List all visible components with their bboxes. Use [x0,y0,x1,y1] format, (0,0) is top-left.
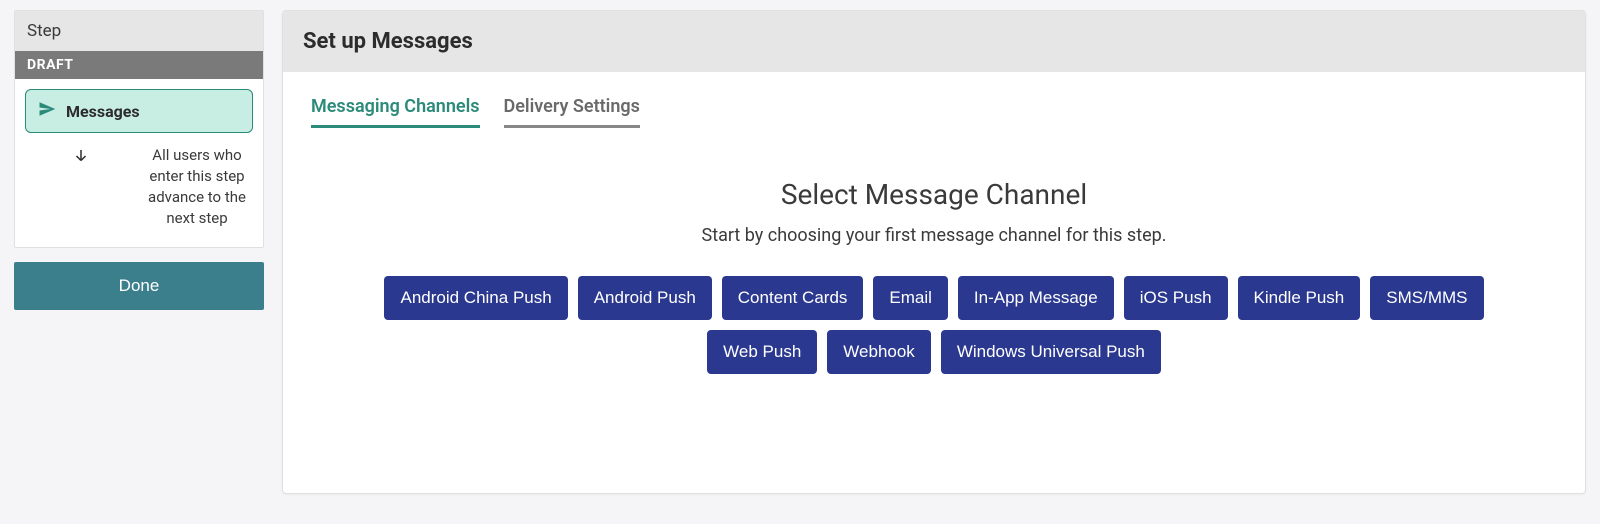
channel-in-app-message[interactable]: In-App Message [958,276,1114,320]
sidebar: Step DRAFT Messages All users who enter … [14,10,264,524]
tab-delivery-settings[interactable]: Delivery Settings [504,96,640,128]
main-panel: Set up Messages Messaging Channels Deliv… [282,10,1586,494]
channel-section: Select Message Channel Start by choosing… [311,178,1557,374]
channel-sms-mms[interactable]: SMS/MMS [1370,276,1483,320]
channel-email[interactable]: Email [873,276,948,320]
tabs: Messaging Channels Delivery Settings [311,96,1557,128]
app-container: Step DRAFT Messages All users who enter … [0,0,1600,524]
panel-header: Set up Messages [283,11,1585,72]
channel-section-title: Select Message Channel [311,178,1557,211]
channel-web-push[interactable]: Web Push [707,330,817,374]
channel-android-china-push[interactable]: Android China Push [384,276,567,320]
channel-content-cards[interactable]: Content Cards [722,276,864,320]
channel-webhook[interactable]: Webhook [827,330,931,374]
channel-ios-push[interactable]: iOS Push [1124,276,1228,320]
messages-step[interactable]: Messages [25,89,253,133]
advance-note-text: All users who enter this step advance to… [143,145,251,229]
channel-android-push[interactable]: Android Push [578,276,712,320]
advance-note: All users who enter this step advance to… [25,133,253,237]
messages-step-label: Messages [66,102,140,121]
channel-buttons: Android China Push Android Push Content … [384,276,1484,374]
done-button[interactable]: Done [14,262,264,310]
sidebar-inner: Messages All users who enter this step a… [15,79,263,247]
step-header: Step [15,11,263,51]
sidebar-box: Step DRAFT Messages All users who enter … [14,10,264,248]
arrow-down-icon [27,145,135,171]
tab-messaging-channels[interactable]: Messaging Channels [311,96,480,128]
paper-plane-icon [38,100,56,122]
channel-kindle-push[interactable]: Kindle Push [1238,276,1361,320]
panel-body: Messaging Channels Delivery Settings Sel… [283,72,1585,493]
channel-section-subtitle: Start by choosing your first message cha… [311,225,1557,246]
draft-badge: DRAFT [15,51,263,79]
channel-windows-universal-push[interactable]: Windows Universal Push [941,330,1161,374]
